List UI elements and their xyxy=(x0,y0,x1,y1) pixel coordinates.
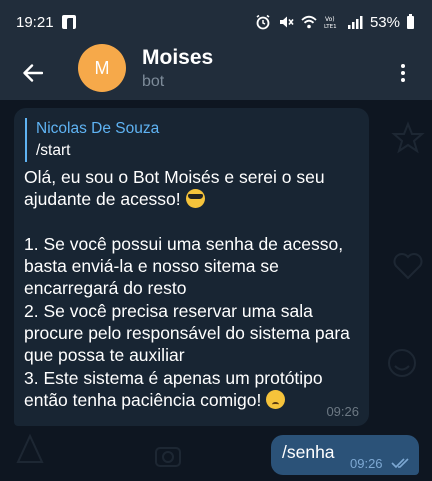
message-body: 1. Se você possui uma senha de acesso, b… xyxy=(24,233,350,410)
more-vert-icon xyxy=(401,64,405,68)
status-icons: Vo) LTE1 53% xyxy=(255,12,414,32)
reply-author: Nicolas De Souza xyxy=(36,120,160,137)
status-time: 19:21 xyxy=(16,14,54,31)
message-time: 09:26 xyxy=(326,404,359,419)
reply-text: /start xyxy=(36,142,71,159)
wallpaper-doodle-icon xyxy=(393,253,423,280)
outgoing-message-text: /senha xyxy=(282,442,335,462)
chat-subtitle: bot xyxy=(142,73,165,90)
alarm-icon xyxy=(256,14,270,30)
incoming-message-bubble[interactable]: Nicolas De Souza /start Olá, eu sou o Bo… xyxy=(14,108,369,426)
wallpaper-doodle-icon xyxy=(16,433,44,463)
wallpaper-doodle-icon xyxy=(391,121,425,154)
facebook-icon xyxy=(62,15,76,29)
svg-text:Vo): Vo) xyxy=(325,16,335,23)
reply-quote[interactable]: Nicolas De Souza /start xyxy=(25,118,359,162)
sad-sweat-emoji-icon xyxy=(266,389,286,409)
chat-title[interactable]: Moises xyxy=(142,46,213,70)
wifi-icon xyxy=(301,15,317,29)
chat-area[interactable]: Nicolas De Souza /start Olá, eu sou o Bo… xyxy=(0,100,432,481)
back-button[interactable] xyxy=(18,58,48,88)
double-check-icon xyxy=(391,458,409,469)
volte-icon: Vo) LTE1 xyxy=(324,16,337,30)
message-text: Olá, eu sou o Bot Moisés e serei o seu a… xyxy=(24,166,359,411)
chat-header: M Moises bot xyxy=(0,44,432,100)
message-line-1: Olá, eu sou o Bot Moisés e serei o seu a… xyxy=(24,167,325,210)
battery-icon xyxy=(407,13,414,29)
sunglasses-emoji-icon xyxy=(185,189,205,209)
outgoing-message-time: 09:26 xyxy=(350,456,383,471)
status-bar: 19:21 Vo) LTE1 53% xyxy=(0,0,432,44)
wallpaper-doodle-icon xyxy=(155,447,181,467)
svg-text:LTE1: LTE1 xyxy=(324,24,337,30)
more-options-button[interactable] xyxy=(388,58,418,88)
signal-icon xyxy=(347,16,363,29)
battery-percent: 53% xyxy=(369,13,400,31)
avatar[interactable]: M xyxy=(78,44,126,92)
outgoing-message-bubble[interactable]: /senha 09:26 xyxy=(271,435,419,475)
mute-icon xyxy=(279,16,294,28)
arrow-left-icon xyxy=(23,64,43,82)
wallpaper-doodle-icon xyxy=(388,349,416,377)
